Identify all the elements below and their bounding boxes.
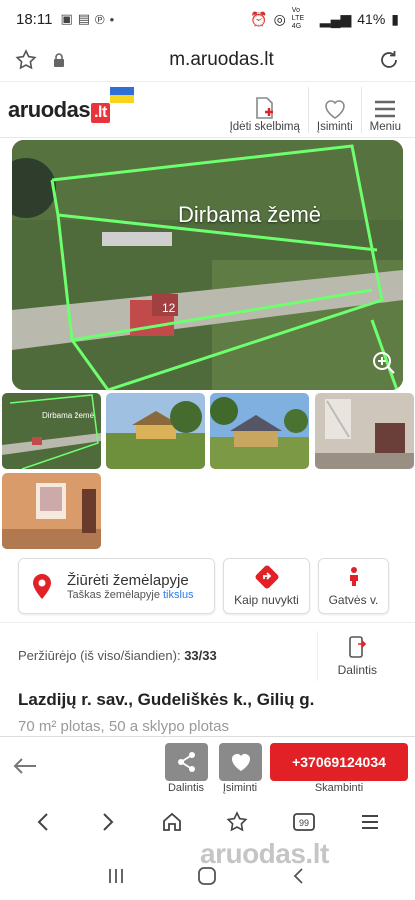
back-arrow-icon[interactable] [10,751,40,781]
listing-subinfo: 70 m² plotas, 50 a sklypo plotas [18,718,229,735]
logo-suffix: .lt [91,102,110,123]
save-button-label: Įsiminti [222,782,258,794]
browser-forward-icon[interactable] [96,811,118,833]
street-view-button[interactable]: Gatvės v. [318,558,389,614]
photo-overlay-label: Dirbama žemė [178,202,322,227]
thumbnail-1-label: Dirbama žemė [42,411,95,420]
listing-stats: Peržiūrėjo (iš viso/šiandien): 33/33 Dal… [0,622,415,688]
share-label: Dalintis [337,662,377,677]
notification-icons: ▣ ▤ ℗ • [60,11,114,27]
site-header: aruodas .lt Įdėti skelbimą Įsiminti Meni… [0,82,415,138]
directions-icon [255,565,278,589]
lock-icon [52,52,66,68]
hamburger-menu-icon [375,100,396,117]
browser-back-icon[interactable] [33,811,55,833]
remember-label: Įsiminti [316,120,353,133]
call-button[interactable]: +37069124034 [270,743,408,781]
system-nav-bar [0,852,415,900]
street-view-icon [349,567,358,586]
reload-icon[interactable] [377,48,401,72]
heart-filled-icon [231,754,250,771]
heart-icon [324,99,345,119]
views-label: Peržiūrėjo (iš viso/šiandien): [18,648,181,663]
thumbnail-4[interactable] [315,393,414,469]
main-listing-photo[interactable]: 12 Dirbama žemė [12,140,403,390]
add-listing-icon [255,96,273,119]
listing-address: Lazdijų r. sav., Gudeliškės k., Gilių g. [18,690,315,709]
call-button-label: Skambinti [314,782,364,794]
battery-level: 41% [357,11,386,27]
views-value: 33/33 [184,648,217,663]
directions-label: Kaip nuvykti [234,593,299,607]
url-text[interactable]: m.aruodas.lt [66,49,377,71]
map-actions: Žiūrėti žemėlapyje Taškas žemėlapyje tik… [0,558,415,620]
logo-text: aruodas [8,96,91,122]
aruodas-logo[interactable]: aruodas .lt [8,86,134,123]
zoom-in-icon[interactable] [371,350,397,376]
ukraine-flag-icon [109,86,134,103]
street-view-label: Gatvės v. [328,593,379,607]
thumbnail-5[interactable] [2,473,101,549]
view-map-title: Žiūrėti žemėlapyje [67,571,189,589]
thumbnail-3[interactable] [210,393,309,469]
browser-menu-icon[interactable] [358,810,382,834]
home-button-icon[interactable] [197,866,217,886]
battery-icon: ▮ [391,10,399,27]
svg-text:99: 99 [299,818,309,828]
thumbnail-1[interactable]: Dirbama žemė [2,393,101,469]
hotspot-icon: ◎ [273,10,286,27]
aerial-photo: 12 [12,140,403,390]
remember-button[interactable]: Įsiminti [307,86,361,133]
map-point-label: Taškas žemėlapyje [67,588,160,601]
bookmarks-icon[interactable] [225,810,249,834]
alarm-icon: ⏰ [250,10,268,27]
browser-url-bar: m.aruodas.lt [0,38,415,82]
plot-number: 12 [162,301,176,315]
status-time: 18:11 [16,10,53,28]
status-bar: 18:11 ▣ ▤ ℗ • ⏰ ◎ Vo LTE 4G ▂▄▆ 41% ▮ [0,0,415,38]
network-label: Vo LTE 4G [291,7,305,30]
dot-icon: • [109,11,115,27]
pinterest-icon: ℗ [95,11,105,27]
sticky-action-bar: Dalintis Įsiminti +37069124034 Skambinti [0,736,415,796]
save-button[interactable] [219,743,262,781]
gallery-icon: ▣ [60,11,73,26]
add-listing-button[interactable]: Įdėti skelbimą [222,87,308,133]
share-phone-icon [349,635,367,658]
home-icon[interactable] [160,810,184,834]
view-map-button[interactable]: Žiūrėti žemėlapyje Taškas žemėlapyje tik… [18,558,215,614]
tabs-icon[interactable]: 99 [291,810,317,834]
signal-icon: ▂▄▆ [319,10,352,27]
thumbnail-2[interactable] [106,393,205,469]
share-icon [177,752,195,772]
views-stat: Peržiūrėjo (iš viso/šiandien): 33/33 [18,648,217,663]
share-button-label: Dalintis [167,782,205,794]
system-back-icon[interactable] [289,866,309,886]
directions-button[interactable]: Kaip nuvykti [223,558,310,614]
share-stat-button[interactable]: Dalintis [316,630,377,681]
share-button[interactable] [165,743,208,781]
menu-button[interactable]: Meniu [360,86,409,133]
news-icon: ▤ [77,11,91,26]
recents-icon[interactable] [106,867,126,885]
menu-label: Meniu [369,120,401,133]
star-bookmark-icon[interactable] [14,48,38,72]
map-pin-icon [33,574,51,599]
add-listing-label: Įdėti skelbimą [229,120,300,133]
map-point-accuracy: tikslus [163,588,194,601]
